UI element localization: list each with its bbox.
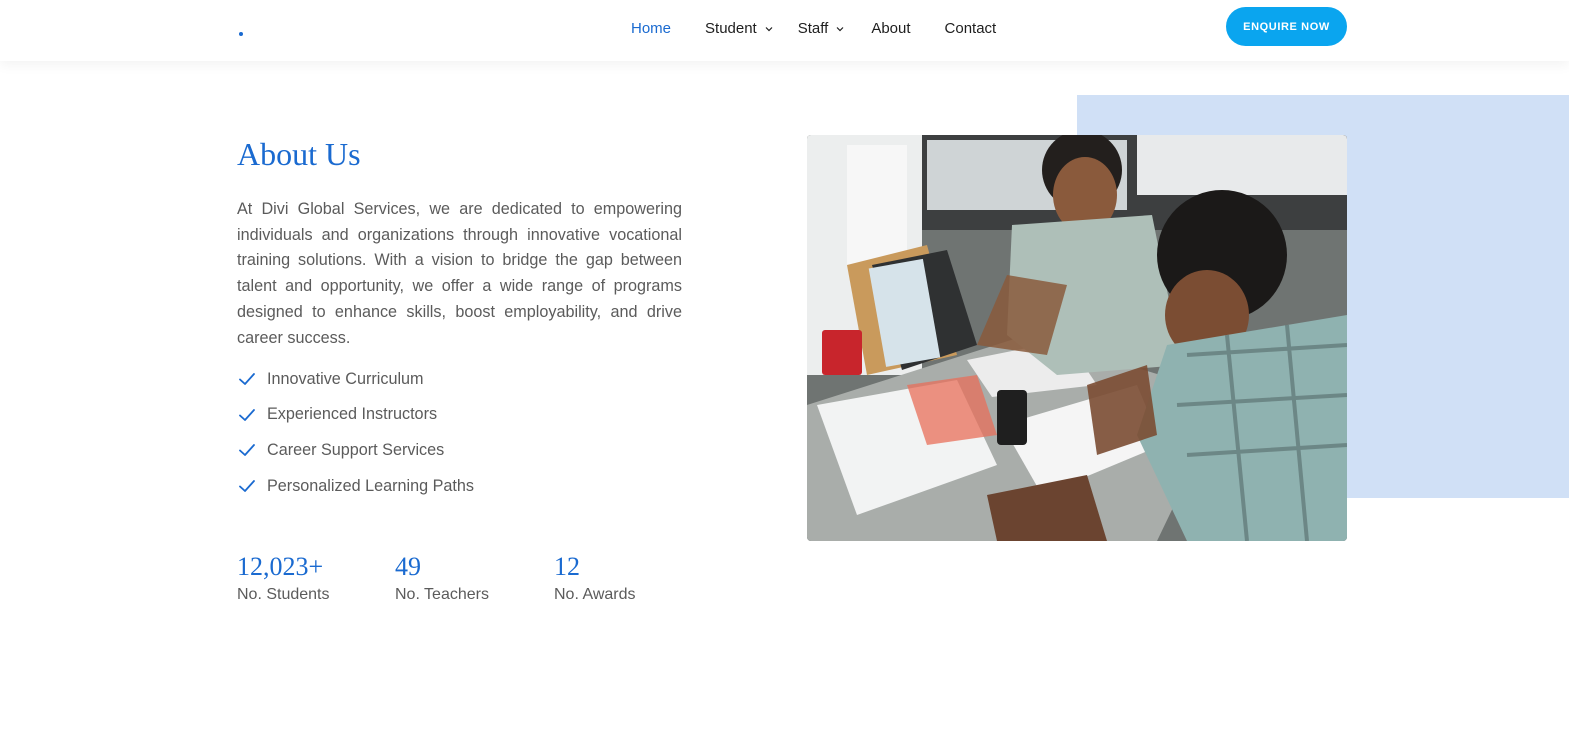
stat-label: No. Awards — [554, 586, 636, 603]
nav-home-label: Home — [631, 20, 672, 37]
nav-home[interactable]: Home — [631, 20, 671, 37]
feature-item: Career Support Services — [237, 438, 474, 462]
check-icon — [237, 369, 257, 389]
stat-awards: 12 No. Awards — [554, 552, 636, 604]
feature-label: Innovative Curriculum — [267, 369, 424, 388]
stat-label: No. Students — [237, 586, 330, 603]
stat-teachers: 49 No. Teachers — [395, 552, 489, 604]
feature-list: Innovative Curriculum Experienced Instru… — [237, 367, 474, 510]
stat-label: No. Teachers — [395, 586, 489, 603]
feature-label: Personalized Learning Paths — [267, 476, 474, 495]
stat-value: 12 — [554, 552, 580, 581]
feature-item: Innovative Curriculum — [237, 367, 474, 391]
nav-contact-label: Contact — [944, 20, 997, 37]
nav-student-label: Student — [705, 20, 757, 37]
site-header: Home Student Staff About Contact ENQUIRE… — [0, 0, 1569, 61]
feature-label: Experienced Instructors — [267, 405, 438, 424]
photo-illustration — [807, 135, 1347, 541]
nav-contact[interactable]: Contact — [945, 20, 997, 37]
check-icon — [237, 476, 257, 496]
about-description: At Divi Global Services, we are dedicate… — [237, 200, 682, 347]
page: Home Student Staff About Contact ENQUIRE… — [0, 0, 1569, 756]
feature-item: Experienced Instructors — [237, 403, 474, 427]
main-nav: Home Student Staff About Contact — [631, 20, 996, 37]
about-photo — [807, 135, 1347, 541]
stat-students: 12,023+ No. Students — [237, 552, 330, 604]
chevron-down-icon — [765, 25, 773, 33]
chevron-down-icon — [836, 25, 844, 33]
nav-student[interactable]: Student — [705, 20, 773, 37]
feature-label: Career Support Services — [267, 440, 445, 459]
enquire-now-button[interactable]: ENQUIRE NOW — [1226, 7, 1347, 46]
nav-staff[interactable]: Staff — [798, 20, 845, 37]
nav-staff-label: Staff — [797, 20, 829, 37]
nav-about[interactable]: About — [871, 20, 910, 37]
stat-value: 49 — [395, 552, 421, 581]
logo[interactable] — [239, 32, 243, 36]
stat-value: 12,023+ — [237, 552, 324, 581]
feature-item: Personalized Learning Paths — [237, 474, 474, 498]
nav-about-label: About — [871, 20, 911, 37]
about-title: About Us — [237, 136, 361, 172]
check-icon — [237, 405, 257, 425]
check-icon — [237, 440, 257, 460]
